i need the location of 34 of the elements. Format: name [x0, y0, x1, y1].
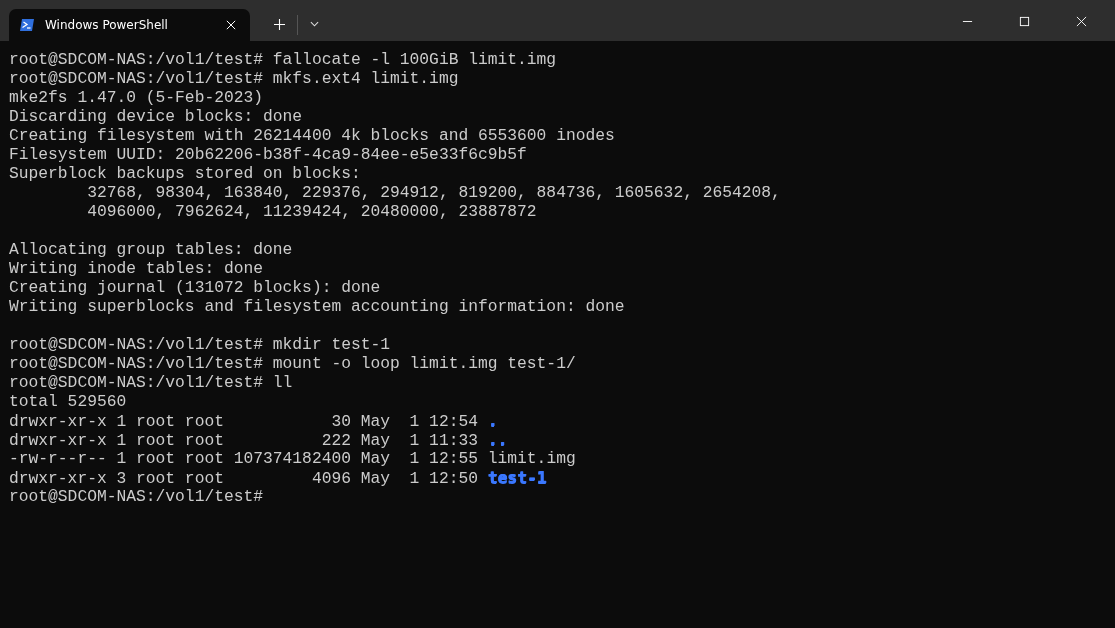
- terminal-icon: [19, 17, 35, 33]
- terminal-line: Filesystem UUID: 20b62206-b38f-4ca9-84ee-e5e33f6c9b5f: [9, 145, 528, 164]
- terminal-line: root@SDCOM-NAS:/vol1/test# mkdir test-1: [9, 335, 392, 354]
- terminal-tab[interactable]: Windows PowerShell: [9, 9, 250, 41]
- terminal-line: root@SDCOM-NAS:/vol1/test# mkfs.ext4 limit.img: [9, 69, 460, 88]
- terminal-line: drwxr-xr-x 3 root root 4096 May 1 12:50: [9, 469, 478, 488]
- terminal-line: 4096000, 7962624, 11239424, 20480000, 23887872: [86, 202, 538, 221]
- terminal-line: root@SDCOM-NAS:/vol1/test# mount -o loop limit.img test-1/: [9, 354, 577, 373]
- file-name: limit.img: [487, 449, 576, 468]
- terminal-line: root@SDCOM-NAS:/vol1/test# fallocate -l 100GiB limit.img: [9, 50, 558, 69]
- terminal-line: Allocating group tables: done: [9, 240, 294, 259]
- terminal-line: Creating journal (131072 blocks): done: [9, 278, 382, 297]
- dropdown-chevron-icon[interactable]: [310, 21, 319, 27]
- terminal-line: total 529560: [9, 392, 128, 411]
- terminal-line: 32768, 98304, 163840, 229376, 294912, 819200, 884736, 1605632, 2654208,: [86, 183, 782, 202]
- file-name: test-1: [487, 468, 547, 487]
- terminal-line: Superblock backups stored on blocks:: [9, 164, 362, 183]
- terminal-line: Discarding device blocks: done: [9, 107, 304, 126]
- terminal-line: Writing inode tables: done: [9, 259, 265, 278]
- file-name: ..: [487, 430, 508, 449]
- terminal-line: drwxr-xr-x 1 root root 30 May 1 12:54: [9, 412, 478, 431]
- terminal-line: mke2fs 1.47.0 (5-Feb-2023): [9, 88, 265, 107]
- terminal-line: drwxr-xr-x 1 root root 222 May 1 11:33: [9, 431, 478, 450]
- tab-title: Windows PowerShell: [45, 18, 169, 32]
- close-icon[interactable]: [1076, 16, 1087, 27]
- file-name: .: [487, 411, 498, 430]
- maximize-icon[interactable]: [1019, 16, 1030, 27]
- terminal-line: root@SDCOM-NAS:/vol1/test#: [9, 487, 265, 506]
- terminal-line: -rw-r--r-- 1 root root 107374182400 May 1 12:55: [9, 449, 478, 468]
- terminal-line: root@SDCOM-NAS:/vol1/test# ll: [9, 373, 294, 392]
- terminal-line: Writing superblocks and filesystem accounting information: done: [9, 297, 626, 316]
- terminal-line: Creating filesystem with 26214400 4k blocks and 6553600 inodes: [9, 126, 616, 145]
- new-tab-icon[interactable]: [274, 19, 285, 30]
- close-tab-icon[interactable]: [226, 20, 236, 30]
